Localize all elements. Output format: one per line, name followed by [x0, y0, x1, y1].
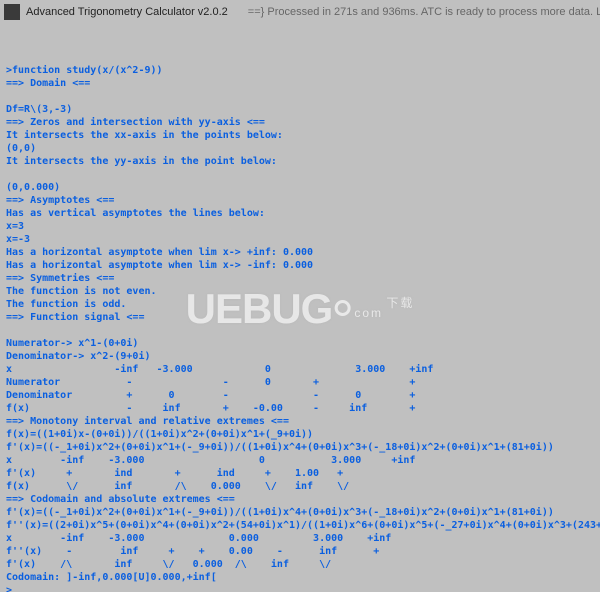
console-text: >function study(x/(x^2-9)) ==> Domain <=… — [6, 64, 594, 592]
app-icon — [4, 4, 20, 20]
window-titlebar: Advanced Trigonometry Calculator v2.0.2 … — [0, 0, 600, 24]
window-title: Advanced Trigonometry Calculator v2.0.2 — [26, 6, 228, 18]
console-output[interactable]: >function study(x/(x^2-9)) ==> Domain <=… — [0, 24, 600, 592]
status-text: ==} Processed in 271s and 936ms. ATC is … — [248, 6, 600, 18]
